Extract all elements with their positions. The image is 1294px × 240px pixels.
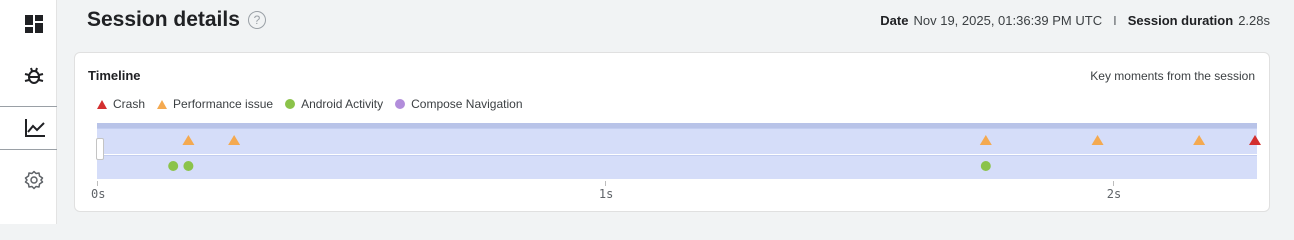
meta-separator: I xyxy=(1113,13,1117,28)
axis-tick xyxy=(1112,181,1114,186)
performance-issue-marker[interactable] xyxy=(228,135,241,145)
axis-tick xyxy=(97,181,98,186)
axis-tick-label: 1s xyxy=(598,187,614,201)
android-activity-marker[interactable] xyxy=(183,161,194,171)
performance-issue-marker[interactable] xyxy=(1193,135,1206,145)
legend: Crash Performance issue Android Activity… xyxy=(97,97,535,111)
performance-issue-marker[interactable] xyxy=(182,135,195,145)
rail-settings-button[interactable] xyxy=(0,166,57,194)
axis-tick xyxy=(604,181,606,186)
rail-dashboard-button[interactable] xyxy=(0,10,57,38)
legend-item-crash[interactable]: Crash xyxy=(97,97,145,111)
timeline-chart-icon xyxy=(25,119,45,137)
dashboard-icon xyxy=(25,15,43,33)
legend-item-performance[interactable]: Performance issue xyxy=(157,97,273,111)
performance-issue-marker[interactable] xyxy=(1091,135,1104,145)
timeline-card: Timeline Key moments from the session Cr… xyxy=(74,52,1270,212)
side-rail xyxy=(0,0,57,224)
rail-timeline-button[interactable] xyxy=(0,106,57,150)
crash-triangle-icon xyxy=(97,99,107,109)
settings-icon xyxy=(24,170,44,190)
legend-item-compose-navigation[interactable]: Compose Navigation xyxy=(395,97,523,111)
duration-label: Session duration xyxy=(1127,13,1234,28)
crash-marker[interactable] xyxy=(1249,135,1261,145)
card-subtitle: Key moments from the session xyxy=(1090,69,1255,83)
legend-item-android-activity[interactable]: Android Activity xyxy=(285,97,383,111)
session-meta: Date Nov 19, 2025, 01:36:39 PM UTC I Ses… xyxy=(880,13,1270,28)
axis-tick-label: 0s xyxy=(91,187,106,201)
activity-dot-icon xyxy=(285,99,296,109)
rail-issues-button[interactable] xyxy=(0,62,57,90)
legend-label: Performance issue xyxy=(173,97,274,111)
timeline-marks xyxy=(168,135,1261,171)
android-activity-marker[interactable] xyxy=(980,161,991,171)
performance-triangle-icon xyxy=(157,99,168,109)
navigation-dot-icon xyxy=(395,99,406,109)
card-title: Timeline xyxy=(88,68,141,83)
timeline-chart[interactable] xyxy=(96,121,1261,183)
legend-label: Android Activity xyxy=(301,97,384,111)
legend-label: Crash xyxy=(113,97,146,111)
legend-label: Compose Navigation xyxy=(411,97,523,111)
android-activity-marker[interactable] xyxy=(168,161,179,171)
page-title: Session details ? xyxy=(87,8,266,32)
axis-tick-label: 2s xyxy=(1106,187,1122,201)
performance-issue-marker[interactable] xyxy=(979,135,992,145)
page-title-text: Session details xyxy=(87,8,240,31)
date-value: Nov 19, 2025, 01:36:39 PM UTC xyxy=(913,13,1103,28)
page-header: Session details ? Date Nov 19, 2025, 01:… xyxy=(57,0,1294,44)
bug-icon xyxy=(24,67,44,84)
duration-value: 2.28s xyxy=(1238,13,1270,28)
date-label: Date xyxy=(880,13,909,28)
help-icon[interactable]: ? xyxy=(247,11,266,29)
